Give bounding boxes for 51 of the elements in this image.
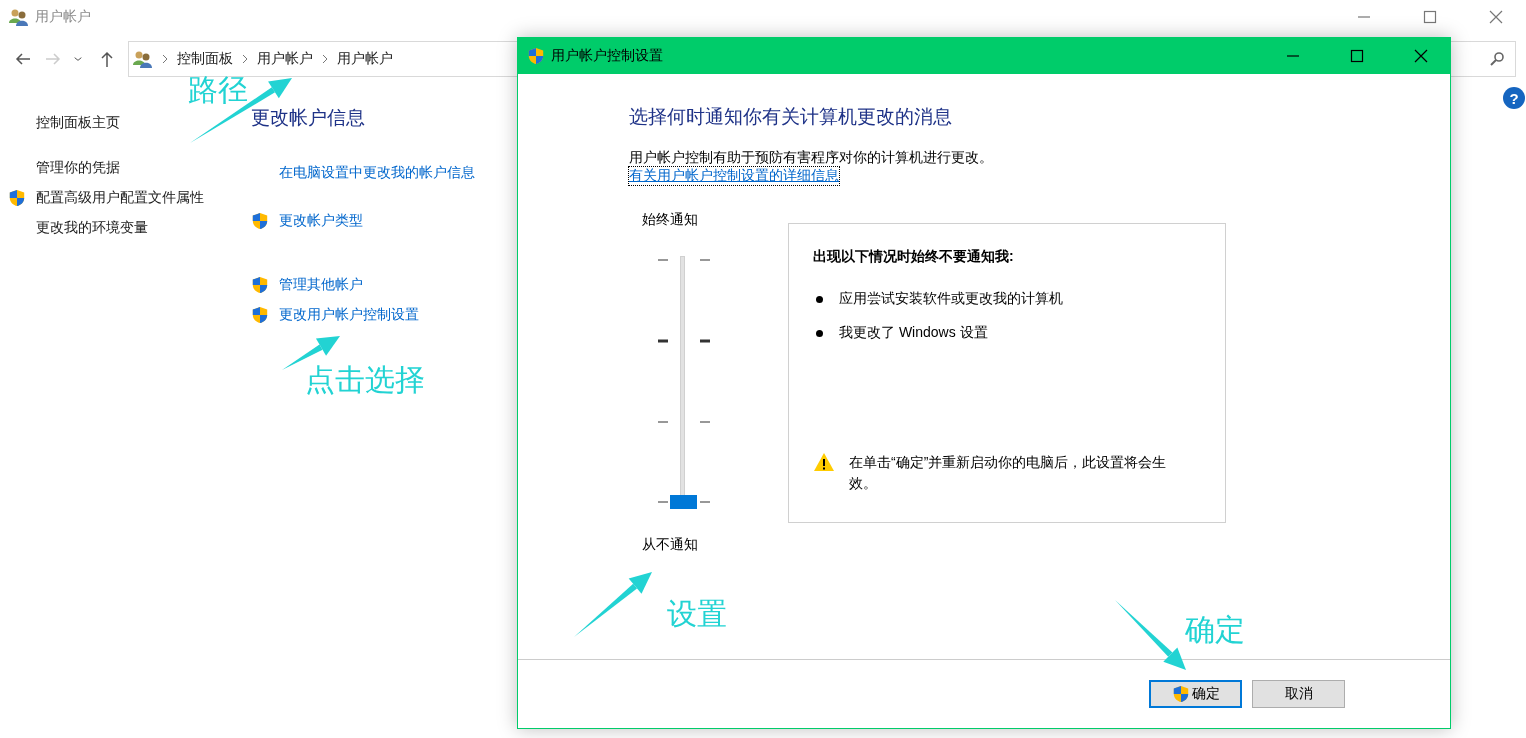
bullet-text: 应用尝试安装软件或更改我的计算机	[839, 290, 1063, 308]
annotation-label: 确定	[1185, 612, 1245, 648]
details-link[interactable]: 有关用户帐户控制设置的详细信息	[629, 167, 839, 185]
sidebar-link[interactable]: 更改我的环境变量	[36, 219, 148, 237]
warning-icon	[813, 452, 835, 472]
bullet-dot	[816, 329, 823, 337]
bullet-text: 我更改了 Windows 设置	[839, 324, 988, 342]
task-link[interactable]: 更改用户帐户控制设置	[279, 306, 419, 324]
sidebar-link[interactable]: 控制面板主页	[36, 114, 120, 132]
shield-icon	[251, 212, 269, 230]
annotation-label: 路径	[188, 72, 248, 108]
close-icon[interactable]	[1489, 10, 1503, 24]
maximize-icon[interactable]	[1350, 49, 1364, 63]
window-title: 用户帐户	[35, 8, 92, 26]
shield-icon	[1171, 685, 1190, 703]
info-title: 出现以下情况时始终不要通知我:	[813, 248, 1015, 266]
search-icon[interactable]	[1489, 51, 1505, 67]
chevron-icon	[321, 54, 329, 64]
slider-bottom-label: 从不通知	[642, 536, 698, 554]
breadcrumb-item[interactable]: 用户帐户	[337, 50, 393, 68]
breadcrumb-item[interactable]: 用户帐户	[257, 50, 313, 68]
users-icon	[133, 50, 153, 68]
ok-button[interactable]: 确定	[1149, 680, 1242, 708]
close-icon[interactable]	[1414, 49, 1428, 63]
chevron-icon	[161, 54, 169, 64]
breadcrumb-item[interactable]: 控制面板	[177, 50, 233, 68]
dialog-heading: 选择何时通知你有关计算机更改的消息	[629, 105, 953, 129]
annotation-arrow	[1115, 600, 1186, 670]
slider-top-label: 始终通知	[642, 211, 698, 229]
slider-thumb[interactable]	[670, 495, 697, 509]
warning-text: 在单击“确定”并重新启动你的电脑后，此设置将会生效。	[849, 453, 1168, 493]
chevron-icon	[241, 54, 249, 64]
shield-icon	[251, 306, 269, 324]
help-button[interactable]: ?	[1503, 87, 1525, 109]
cancel-button[interactable]: 取消	[1252, 680, 1345, 708]
shield-icon	[527, 47, 545, 65]
shield-icon	[8, 189, 26, 207]
annotation-label: 点击选择	[305, 362, 425, 398]
shield-icon	[251, 276, 269, 294]
users-icon	[9, 8, 29, 26]
dialog-title: 用户帐户控制设置	[551, 47, 664, 65]
annotation-label: 设置	[667, 596, 727, 632]
sidebar-link[interactable]: 管理你的凭据	[36, 159, 120, 177]
sidebar-link[interactable]: 配置高级用户配置文件属性	[36, 189, 204, 207]
maximize-icon[interactable]	[1423, 10, 1437, 24]
task-link[interactable]: 在电脑设置中更改我的帐户信息	[279, 164, 475, 182]
bullet-dot	[816, 295, 823, 303]
task-link[interactable]: 更改帐户类型	[279, 212, 363, 230]
section-heading: 更改帐户信息	[251, 106, 366, 130]
description-text: 用户帐户控制有助于预防有害程序对你的计算机进行更改。	[629, 149, 994, 167]
task-link[interactable]: 管理其他帐户	[279, 276, 363, 294]
